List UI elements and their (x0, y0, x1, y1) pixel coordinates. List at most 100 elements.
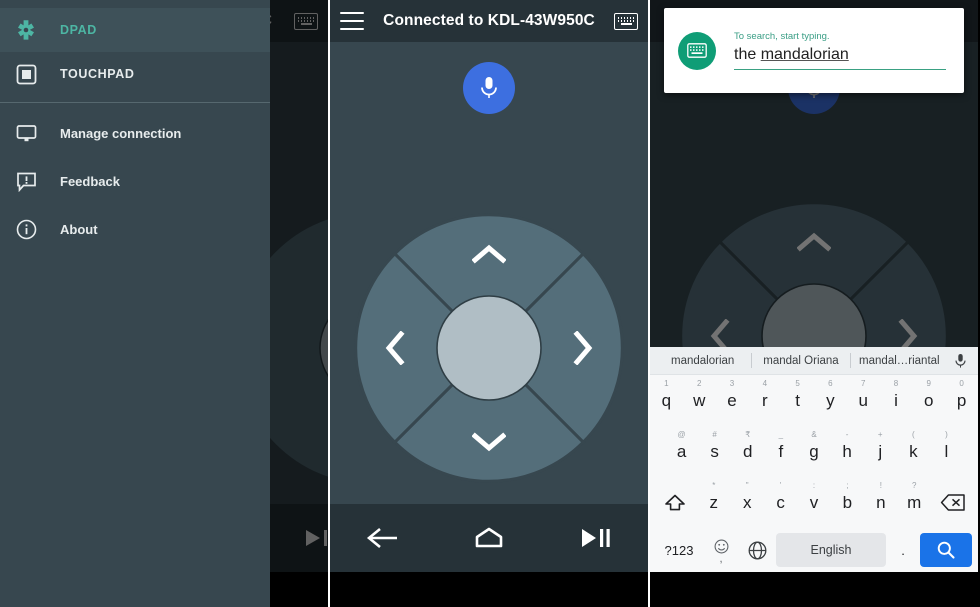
key-u[interactable]: 7u (847, 375, 880, 426)
home-button[interactable] (466, 518, 512, 558)
key-b[interactable]: ; b (831, 477, 864, 528)
language-key[interactable] (740, 533, 774, 567)
key-label: x (742, 492, 752, 512)
key-hint: & (811, 430, 817, 439)
dpad-control[interactable] (353, 212, 625, 484)
key-o[interactable]: 9o (912, 375, 945, 426)
key-hint: 8 (893, 379, 899, 388)
keyboard-icon (678, 31, 716, 70)
shift-key[interactable] (652, 477, 697, 528)
keyboard-row-2: @ a # s ₹ d _ f & g -h + j (k ) l (650, 426, 978, 477)
key-label: c (776, 492, 785, 512)
microphone-icon (481, 77, 497, 98)
key-j[interactable]: + j (864, 426, 897, 477)
key-label: g (809, 441, 819, 461)
keyboard-icon[interactable] (614, 12, 638, 30)
navigation-drawer: DPAD TOUCHPAD Manage connection Feedback… (0, 0, 270, 607)
key-y[interactable]: 6y (814, 375, 847, 426)
key-n[interactable]: ! n (864, 477, 897, 528)
key-a[interactable]: @ a (665, 426, 698, 477)
key-k[interactable]: (k (897, 426, 930, 477)
key-p[interactable]: 0p (945, 375, 978, 426)
key-r[interactable]: 4r (748, 375, 781, 426)
key-v[interactable]: :v (797, 477, 830, 528)
key-hint: " (745, 481, 749, 490)
key-hint: ₹ (745, 430, 751, 439)
search-input[interactable]: the mandalorian (734, 46, 946, 70)
info-icon (14, 217, 38, 241)
key-l[interactable]: ) l (930, 426, 963, 477)
key-hint: - (845, 430, 849, 439)
back-button[interactable] (360, 518, 406, 558)
chevron-up-icon (472, 244, 506, 264)
key-w[interactable]: 2w (683, 375, 716, 426)
suggestion-item[interactable]: mandalorian (654, 355, 751, 367)
drawer-item-label: About (60, 221, 98, 237)
drawer-divider (0, 102, 270, 103)
panel-navigation-drawer: C (0, 0, 328, 607)
hamburger-icon[interactable] (340, 12, 364, 30)
key-label: q (661, 390, 672, 410)
system-black-bar (330, 572, 648, 607)
key-s[interactable]: # s (698, 426, 731, 477)
shift-icon (664, 494, 685, 510)
drawer-item-label: TOUCHPAD (60, 67, 135, 81)
search-key[interactable] (920, 533, 972, 567)
dpad-down-button[interactable] (472, 432, 506, 452)
space-key[interactable]: English (776, 533, 886, 567)
emoji-key[interactable]: , (704, 533, 738, 567)
key-label: r (761, 390, 768, 410)
app-bar-title: Connected to KDL-43W950C (383, 12, 595, 29)
play-pause-button[interactable] (572, 518, 618, 558)
key-e[interactable]: 3e (716, 375, 749, 426)
backspace-key[interactable] (931, 477, 976, 528)
key-q[interactable]: 1q (650, 375, 683, 426)
system-black-bar (650, 572, 978, 607)
key-z[interactable]: * z (697, 477, 730, 528)
key-label: a (676, 441, 687, 461)
drawer-item-manage-connection[interactable]: Manage connection (0, 109, 270, 157)
key-label: s (710, 441, 719, 461)
suggestion-strip: mandalorian mandal Oriana mandal…riantal (650, 347, 978, 375)
suggestion-item[interactable]: mandal…riantal (851, 355, 948, 367)
symbols-key[interactable]: ?123 (656, 533, 702, 567)
dpad-left-button[interactable] (385, 331, 405, 365)
key-x[interactable]: " x (730, 477, 763, 528)
dpad-icon (14, 18, 38, 42)
period-key[interactable]: . (888, 533, 918, 567)
microphone-icon[interactable] (948, 353, 974, 369)
key-f[interactable]: _ f (764, 426, 797, 477)
key-h[interactable]: -h (831, 426, 864, 477)
backspace-icon (941, 494, 966, 511)
key-hint: ' (779, 481, 782, 490)
key-label: e (727, 390, 737, 410)
key-m[interactable]: ? m (898, 477, 931, 528)
key-label: t (795, 390, 800, 410)
key-hint: ? (911, 481, 917, 490)
key-hint: + (877, 430, 883, 439)
keyboard-row-3: * z " x ' c :v ; b ! n ? m (650, 477, 978, 528)
drawer-item-touchpad[interactable]: TOUCHPAD (0, 52, 270, 96)
drawer-item-about[interactable]: About (0, 205, 270, 253)
suggestion-item[interactable]: mandal Oriana (752, 355, 849, 367)
play-pause-icon (582, 529, 610, 547)
key-label: z (709, 492, 719, 512)
dpad-up-button[interactable] (472, 244, 506, 264)
keyboard-bottom-row: ?123 , English . (650, 528, 978, 572)
keyboard-row-1: 1q 2w 3e 4r 5t 6y 7u 8i 9o 0p (650, 375, 978, 426)
search-card[interactable]: To search, start typing. the mandalorian (664, 8, 964, 93)
key-label: h (842, 441, 852, 461)
search-card-body: To search, start typing. the mandalorian (734, 31, 950, 70)
screenshot-stage: C (0, 0, 980, 607)
key-i[interactable]: 8i (880, 375, 913, 426)
drawer-item-feedback[interactable]: Feedback (0, 157, 270, 205)
key-hint: # (712, 430, 717, 439)
key-g[interactable]: & g (797, 426, 830, 477)
voice-search-button[interactable] (463, 62, 515, 114)
key-c[interactable]: ' c (764, 477, 797, 528)
key-t[interactable]: 5t (781, 375, 814, 426)
key-d[interactable]: ₹ d (731, 426, 764, 477)
dpad-right-button[interactable] (573, 331, 593, 365)
drawer-item-dpad[interactable]: DPAD (0, 8, 270, 52)
key-hint: 7 (860, 379, 866, 388)
